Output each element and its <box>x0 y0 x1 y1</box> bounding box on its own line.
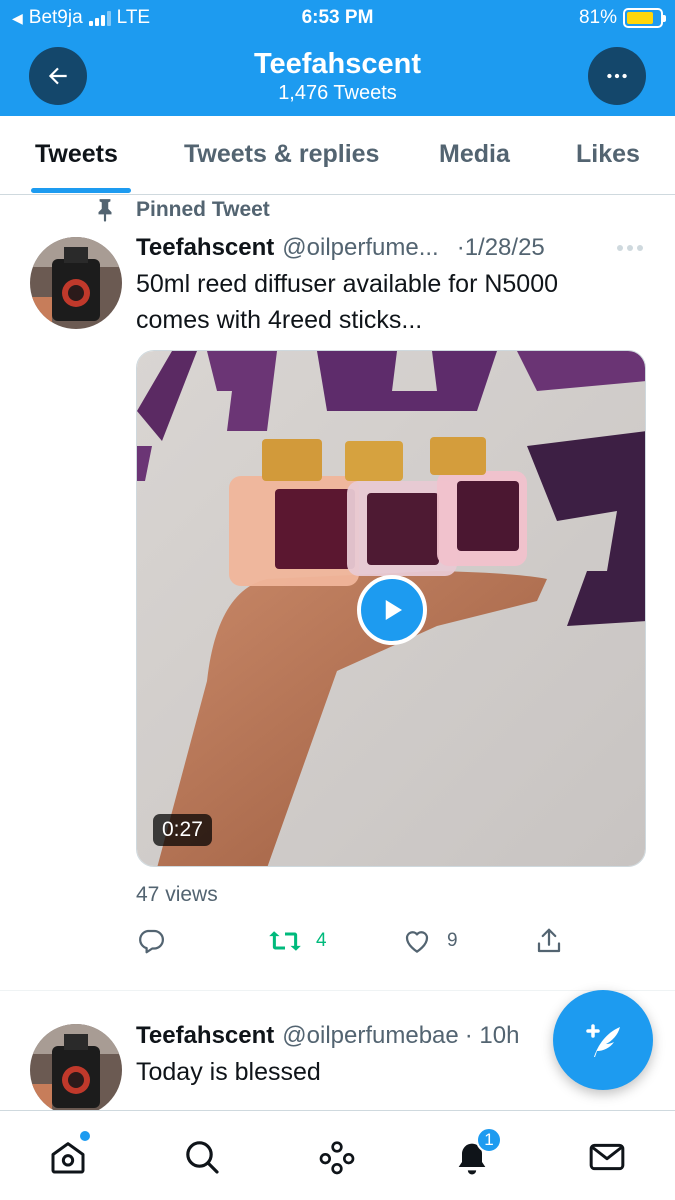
home-unread-dot <box>80 1131 90 1141</box>
pinned-tweet-label: Pinned Tweet <box>92 196 270 224</box>
retweet-count: 4 <box>316 930 327 951</box>
battery-level <box>627 12 653 24</box>
second-tweet-header: Teefahscent @oilperfumebae · 10h <box>136 1022 519 1050</box>
status-bar: ◀ Bet9ja LTE 6:53 PM 81% <box>0 0 675 36</box>
profile-header: ◀ Bet9ja LTE 6:53 PM 81% Teefahscent 1,4… <box>0 0 675 116</box>
video-duration: 0:27 <box>153 814 212 846</box>
pinned-tweet-header: Teefahscent @oilperfume... ·1/28/25 <box>136 234 545 262</box>
search-icon <box>186 1141 219 1174</box>
profile-screen: ◀ Bet9ja LTE 6:53 PM 81% Teefahscent 1,4… <box>0 0 675 1200</box>
avatar[interactable] <box>30 1024 122 1116</box>
nav-search[interactable] <box>180 1135 224 1179</box>
play-button[interactable] <box>357 575 427 645</box>
retweet-icon <box>269 931 301 951</box>
tab-tweets-and-replies[interactable]: Tweets & replies <box>184 140 379 169</box>
nav-spaces[interactable] <box>315 1135 359 1179</box>
nav-home[interactable] <box>46 1131 90 1179</box>
perfume-avatar-image <box>30 1024 122 1116</box>
active-tab-indicator <box>31 188 131 193</box>
nav-notifications[interactable]: 1 <box>450 1127 502 1179</box>
tweet-video[interactable]: 0:27 <box>136 350 646 867</box>
share-icon <box>537 928 561 953</box>
author-name[interactable]: Teefahscent <box>136 234 274 262</box>
tweet-divider <box>0 990 675 991</box>
tweet-text-line-2: comes with 4reed sticks... <box>136 306 423 334</box>
share-button[interactable] <box>534 926 564 956</box>
author-name[interactable]: Teefahscent <box>136 1022 274 1050</box>
perfume-avatar-image <box>30 237 122 329</box>
author-handle[interactable]: @oilperfumebae <box>282 1022 458 1050</box>
heart-icon <box>405 931 429 953</box>
battery-icon <box>623 8 666 28</box>
tweet-count: 1,476 Tweets <box>278 82 397 104</box>
tweet-text-line-1: 50ml reed diffuser available for N5000 <box>136 270 559 298</box>
profile-name-title: Teefahscent <box>253 48 422 80</box>
tweet-actions: 4 9 <box>136 926 586 956</box>
nav-messages[interactable] <box>585 1135 629 1179</box>
view-count: 47 views <box>136 883 218 906</box>
retweet-button[interactable]: 4 <box>268 926 327 956</box>
tab-likes[interactable]: Likes <box>576 140 640 169</box>
pin-icon <box>98 199 112 222</box>
bottom-navigation: 1 <box>0 1110 675 1200</box>
tab-tweets[interactable]: Tweets <box>35 140 118 169</box>
reply-button[interactable] <box>136 926 166 956</box>
tab-media[interactable]: Media <box>439 140 510 169</box>
messages-icon <box>589 1143 625 1171</box>
notification-badge: 1 <box>476 1127 502 1153</box>
profile-tabs: Tweets Tweets & replies Media Likes <box>0 116 675 195</box>
tweet-date: ·1/28/25 <box>456 234 545 261</box>
home-icon <box>51 1142 85 1174</box>
pinned-text: Pinned Tweet <box>136 198 270 221</box>
compose-feather-icon <box>586 1024 620 1057</box>
avatar[interactable] <box>30 237 122 329</box>
more-button[interactable] <box>588 47 646 105</box>
second-tweet-text: Today is blessed <box>136 1058 321 1086</box>
tweet-more-icon[interactable] <box>615 240 645 256</box>
status-right: 81% <box>578 7 666 29</box>
battery-percent: 81% <box>578 7 617 28</box>
author-handle[interactable]: @oilperfume... <box>282 234 438 262</box>
spaces-icon <box>319 1141 355 1175</box>
play-icon <box>385 600 402 620</box>
more-horizontal-icon <box>607 73 627 79</box>
status-time: 6:53 PM <box>301 7 374 28</box>
tweet-time: · 10h <box>464 1022 520 1049</box>
like-count: 9 <box>447 930 458 951</box>
compose-tweet-button[interactable] <box>553 990 653 1090</box>
like-button[interactable]: 9 <box>401 926 458 956</box>
reply-icon <box>139 929 164 954</box>
